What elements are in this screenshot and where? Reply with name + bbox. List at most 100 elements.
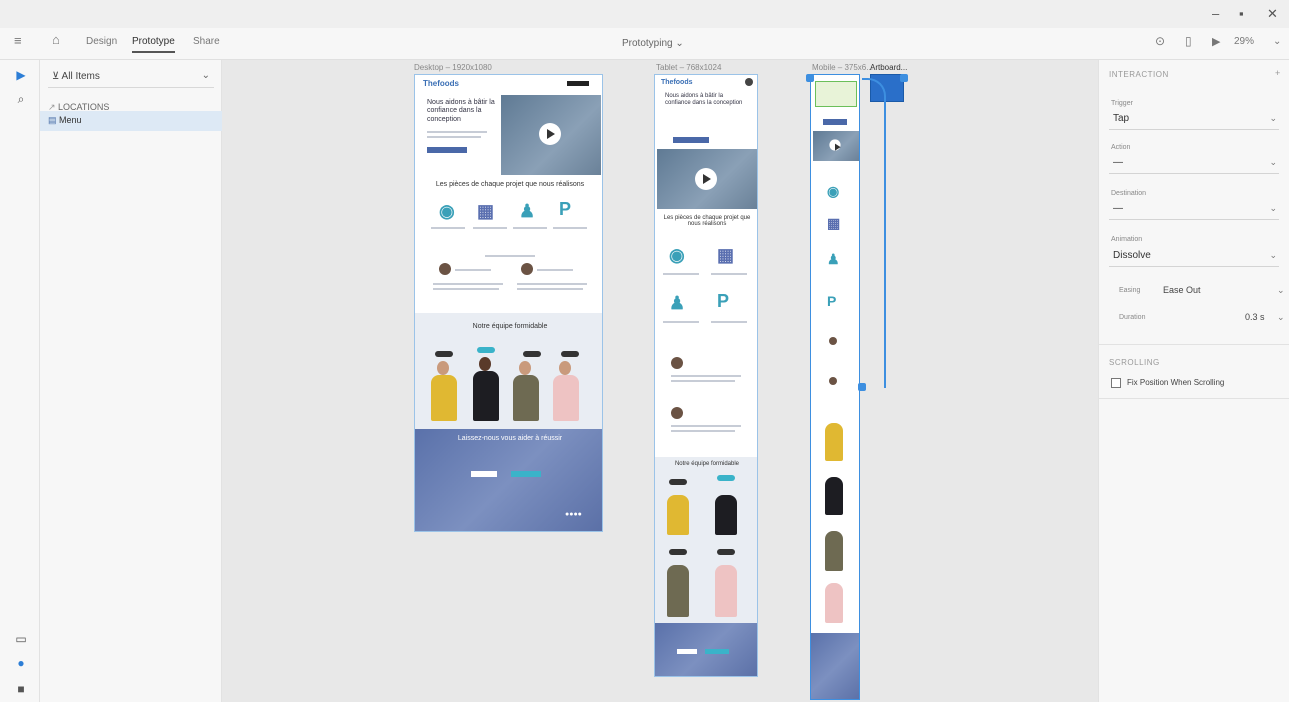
play-preview-icon[interactable]: ▶	[1212, 35, 1220, 48]
zoom-level[interactable]: 29%	[1234, 36, 1254, 47]
easing-value[interactable]: Ease Out	[1163, 285, 1201, 295]
team-photo	[667, 495, 689, 535]
hamburger-menu-icon[interactable]: ≡	[14, 33, 22, 48]
fix-position-checkbox[interactable]	[1111, 378, 1121, 388]
cta-input	[677, 649, 697, 654]
service-icon-globe: ◉	[827, 183, 840, 199]
canvas[interactable]: Desktop – 1920x1080 Tablet – 768x1024 Mo…	[222, 60, 1098, 702]
wire-handle-target[interactable]	[900, 74, 908, 82]
artboard-label-desktop[interactable]: Desktop – 1920x1080	[414, 63, 492, 72]
artboard-label-tablet[interactable]: Tablet – 768x1024	[656, 63, 721, 72]
assets-icon[interactable]: ▭	[14, 632, 28, 646]
service-text-line	[431, 227, 465, 229]
artboard-tablet[interactable]: Thefoods Nous aidons à bâtir la confianc…	[654, 74, 758, 677]
service-text-line	[473, 227, 507, 229]
artboard-desktop[interactable]: Thefoods Nous aidons à bâtir la confianc…	[414, 74, 603, 532]
team-photo	[825, 423, 843, 461]
animation-dropdown[interactable]: Dissolve ⌄	[1109, 247, 1279, 267]
testimonial-text-line	[671, 380, 735, 382]
wire-handle-start[interactable]	[806, 74, 814, 82]
duration-label: Duration	[1119, 314, 1146, 321]
cta-input	[471, 471, 497, 477]
tab-prototype[interactable]: Prototype	[132, 36, 175, 53]
plugins-icon[interactable]: ■	[14, 682, 28, 696]
team-tag	[435, 351, 453, 357]
restore-button[interactable]: ▪	[1239, 6, 1244, 21]
team-photo	[715, 565, 737, 617]
service-text-line	[663, 273, 699, 275]
brand-logo: Thefoods	[661, 79, 693, 86]
artboard-label-mobile[interactable]: Mobile – 375x6...	[812, 63, 873, 72]
hero-cta-button	[823, 119, 847, 125]
select-tool-icon[interactable]: ▶	[14, 68, 28, 82]
tab-design[interactable]: Design	[86, 36, 117, 47]
team-photo	[553, 375, 579, 421]
service-icon-person: ♟	[519, 201, 536, 221]
hero-heading: Nous aidons à bâtir la confiance dans la…	[427, 99, 495, 123]
team-tag	[561, 351, 579, 357]
testimonial-text-line	[517, 288, 583, 290]
layers-icon[interactable]: ●	[14, 656, 28, 670]
hero-text-line	[427, 136, 481, 138]
wire-handle-end[interactable]	[858, 383, 866, 391]
social-icons: ●●●●	[565, 511, 582, 518]
chevron-down-icon[interactable]: ⌄	[1277, 285, 1285, 296]
minimize-button[interactable]: –	[1212, 6, 1219, 21]
service-icon-person: ♟	[827, 251, 840, 267]
chevron-down-icon: ⌄	[1269, 157, 1277, 167]
user-icon[interactable]: ⊙	[1155, 34, 1165, 48]
team-tag	[669, 549, 687, 555]
service-text-line	[711, 273, 747, 275]
hero-cta-button	[673, 137, 709, 143]
artboard-label-other[interactable]: Artboard...	[870, 63, 907, 72]
selected-hotspot[interactable]	[815, 81, 857, 107]
prototype-wire[interactable]	[862, 78, 886, 388]
section-title-services: Les pièces de chaque projet que nous réa…	[663, 215, 751, 227]
layer-item-menu[interactable]: ▤ Menu	[40, 111, 222, 131]
interaction-section-header: INTERACTION	[1109, 70, 1169, 79]
action-dropdown[interactable]: — ⌄	[1109, 154, 1279, 174]
add-interaction-icon[interactable]: +	[1275, 68, 1280, 78]
zoom-tool-icon[interactable]: ⌕	[14, 92, 28, 106]
layers-panel: ⊻ All Items ⌄ ↗ LOCATIONS ▤ Menu	[40, 60, 222, 702]
service-icon-globe: ◉	[439, 201, 455, 221]
service-icon-parking: P	[559, 199, 572, 219]
tab-share[interactable]: Share	[193, 36, 220, 47]
testimonial-text-line	[433, 283, 503, 285]
scrolling-section-header: SCROLLING	[1109, 358, 1160, 367]
team-photo	[825, 477, 843, 515]
title-bar: – ▪ ✕	[0, 0, 1289, 28]
team-tag	[523, 351, 541, 357]
filter-label: All Items	[61, 71, 100, 82]
team-photo	[825, 583, 843, 623]
layer-filter-dropdown[interactable]: ⊻ All Items ⌄	[48, 66, 214, 88]
hero-video	[813, 131, 859, 161]
section-title-services: Les pièces de chaque projet que nous réa…	[435, 181, 585, 188]
section-title-team: Notre équipe formidable	[472, 323, 548, 330]
play-icon	[539, 123, 561, 145]
trigger-dropdown[interactable]: Tap ⌄	[1109, 110, 1279, 130]
team-photo	[513, 375, 539, 421]
hero-video	[501, 95, 601, 175]
team-photo	[431, 375, 457, 421]
chevron-down-icon: ⌄	[1269, 250, 1277, 260]
hero-text-line	[427, 131, 487, 133]
hero-cta-button	[427, 147, 467, 153]
service-icon-laptop: ▦	[827, 215, 841, 231]
duration-value[interactable]: 0.3 s	[1245, 312, 1265, 322]
chevron-down-icon[interactable]: ⌄	[1277, 312, 1285, 323]
artboard-mobile[interactable]: ◉ ▦ ♟ P	[810, 74, 860, 700]
destination-dropdown[interactable]: — ⌄	[1109, 200, 1279, 220]
home-icon[interactable]: ⌂	[52, 32, 60, 47]
folder-icon: ▤	[48, 115, 60, 125]
testimonial-avatar	[829, 337, 837, 345]
testimonial-text-line	[517, 283, 587, 285]
service-icon-parking: P	[827, 293, 837, 309]
testimonial-avatar	[521, 263, 533, 275]
service-icon-parking: P	[717, 291, 730, 311]
service-text-line	[513, 227, 547, 229]
zoom-chevron-icon[interactable]: ⌄	[1273, 36, 1281, 47]
device-preview-icon[interactable]: ▯	[1185, 34, 1192, 48]
document-title[interactable]: Prototyping ⌄	[622, 38, 684, 49]
close-button[interactable]: ✕	[1267, 6, 1278, 22]
